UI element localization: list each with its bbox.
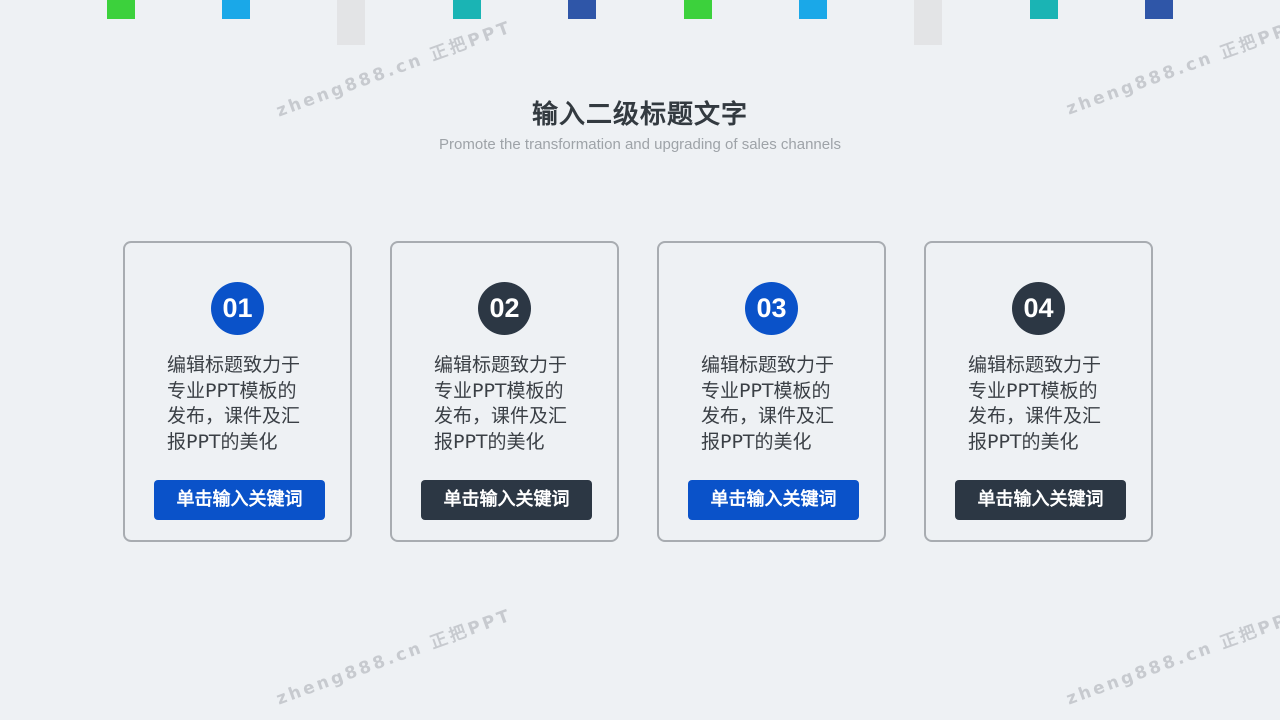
feature-card-4: 04 编辑标题致力于 专业PPT模板的 发布，课件及汇 报PPT的美化 单击输入… [924,241,1153,542]
card-description: 编辑标题致力于 专业PPT模板的 发布，课件及汇 报PPT的美化 [167,353,327,455]
card-description-line: 专业PPT模板的 [167,379,297,402]
card-description-line: 专业PPT模板的 [968,379,1098,402]
card-description-line: 专业PPT模板的 [701,379,831,402]
feature-card-3: 03 编辑标题致力于 专业PPT模板的 发布，课件及汇 报PPT的美化 单击输入… [657,241,886,542]
slide-subtitle: Promote the transformation and upgrading… [439,136,841,153]
card-description-line: 编辑标题致力于 [968,354,1102,376]
feature-card-2: 02 编辑标题致力于 专业PPT模板的 发布，课件及汇 报PPT的美化 单击输入… [390,241,619,542]
decor-square-navy [568,0,596,19]
keyword-button-2[interactable]: 单击输入关键词 [421,480,592,520]
decor-bar-gray [914,0,942,45]
card-description-line: 发布，课件及汇 [167,405,301,427]
keyword-button-3[interactable]: 单击输入关键词 [688,480,859,520]
card-description-line: 发布，课件及汇 [434,405,568,427]
keyword-button-4[interactable]: 单击输入关键词 [955,480,1126,520]
card-number-badge: 03 [745,282,798,335]
card-description-line: 发布，课件及汇 [968,405,1102,427]
top-decoration-strip [0,0,1280,46]
slide-title: 输入二级标题文字 [531,100,748,130]
card-number-badge: 04 [1012,282,1065,335]
keyword-button-1[interactable]: 单击输入关键词 [154,480,325,520]
card-number-badge: 01 [211,282,264,335]
card-description-line: 编辑标题致力于 [434,354,568,376]
decor-square-skyblue [799,0,827,19]
card-number-badge: 02 [478,282,531,335]
decor-square-skyblue [222,0,250,19]
card-description-line: 报PPT的美化 [701,430,812,453]
card-description: 编辑标题致力于 专业PPT模板的 发布，课件及汇 报PPT的美化 [968,353,1128,455]
watermark: zheng888.cn 正把PPT [273,605,515,710]
decor-square-green [684,0,712,19]
decor-square-green [107,0,135,19]
card-description-line: 发布，课件及汇 [701,405,835,427]
card-description-line: 编辑标题致力于 [701,354,835,376]
decor-bar-gray [337,0,365,45]
decor-square-navy [1145,0,1173,19]
decor-square-teal [453,0,481,19]
card-description-line: 报PPT的美化 [434,430,545,453]
card-description: 编辑标题致力于 专业PPT模板的 发布，课件及汇 报PPT的美化 [701,353,861,455]
card-description-line: 专业PPT模板的 [434,379,564,402]
watermark: zheng888.cn 正把PPT [1063,605,1280,710]
card-description: 编辑标题致力于 专业PPT模板的 发布，课件及汇 报PPT的美化 [434,353,594,455]
decor-square-teal [1030,0,1058,19]
card-description-line: 报PPT的美化 [167,430,278,453]
card-description-line: 报PPT的美化 [968,430,1079,453]
feature-card-1: 01 编辑标题致力于 专业PPT模板的 发布，课件及汇 报PPT的美化 单击输入… [123,241,352,542]
card-description-line: 编辑标题致力于 [167,354,301,376]
